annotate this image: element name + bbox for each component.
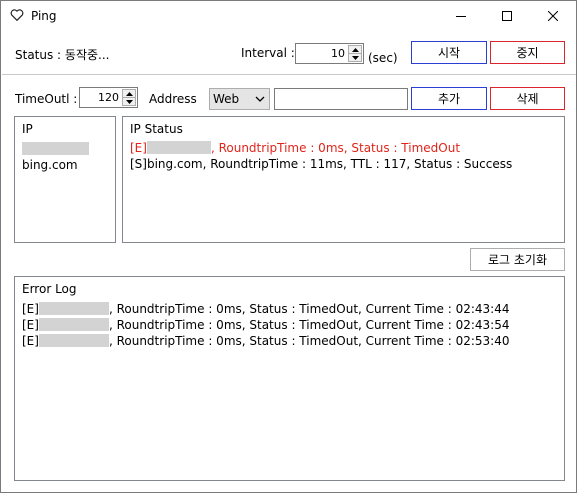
address-type-value: Web bbox=[213, 92, 240, 106]
address-label: Address bbox=[149, 92, 197, 106]
add-button[interactable]: 추가 bbox=[411, 87, 487, 110]
stop-button[interactable]: 중지 bbox=[490, 41, 565, 64]
clear-log-button[interactable]: 로그 초기화 bbox=[470, 248, 565, 271]
spin-up-icon bbox=[125, 91, 133, 96]
minimize-button[interactable] bbox=[438, 1, 484, 31]
log-detail: , RoundtripTime : 0ms, Status : TimedOut… bbox=[108, 302, 510, 316]
log-line: [E] , RoundtripTime : 0ms, Status : Timed… bbox=[22, 302, 509, 316]
redacted-ip bbox=[38, 302, 109, 315]
chevron-down-icon bbox=[255, 96, 265, 102]
interval-value: 10 bbox=[331, 47, 345, 60]
window-title: Ping bbox=[31, 9, 57, 23]
log-line: [E] , RoundtripTime : 0ms, Status : Timed… bbox=[22, 334, 509, 348]
status-text: Status : 동작중... bbox=[15, 48, 110, 62]
address-type-select[interactable]: Web bbox=[209, 88, 270, 110]
status-line: [S]bing.com, RoundtripTime : 11ms, TTL :… bbox=[130, 157, 512, 171]
redacted-ip bbox=[146, 141, 211, 154]
spin-up-button[interactable] bbox=[349, 46, 361, 54]
minimize-icon bbox=[456, 16, 466, 17]
close-button[interactable] bbox=[530, 1, 576, 31]
timeout-stepper[interactable]: 120 bbox=[79, 87, 138, 108]
log-detail: , RoundtripTime : 0ms, Status : TimedOut… bbox=[108, 318, 510, 332]
redacted-ip bbox=[22, 142, 89, 155]
ip-list-panel[interactable]: IP bing.com bbox=[14, 116, 116, 243]
divider bbox=[2, 74, 576, 75]
status-prefix: [S] bbox=[130, 157, 147, 171]
spin-up-icon bbox=[351, 47, 359, 52]
interval-spin[interactable] bbox=[348, 45, 362, 62]
ip-list-header: IP bbox=[22, 122, 33, 136]
timeout-label: TimeOutl : bbox=[15, 92, 78, 106]
log-prefix: [E] bbox=[22, 302, 39, 316]
interval-unit: (sec) bbox=[368, 51, 398, 65]
error-log-panel[interactable]: Error Log [E] , RoundtripTime : 0ms, Stat… bbox=[14, 276, 565, 481]
log-detail: , RoundtripTime : 0ms, Status : TimedOut… bbox=[108, 334, 510, 348]
ip-status-header: IP Status bbox=[130, 122, 183, 136]
timeout-value: 120 bbox=[98, 91, 119, 104]
spin-down-icon bbox=[125, 100, 133, 104]
ip-status-panel[interactable]: IP Status [E] , RoundtripTime : 0ms, Stat… bbox=[122, 116, 565, 243]
log-line: [E] , RoundtripTime : 0ms, Status : Timed… bbox=[22, 318, 509, 332]
status-prefix: [E] bbox=[130, 141, 147, 155]
spin-down-button[interactable] bbox=[349, 54, 361, 62]
start-button[interactable]: 시작 bbox=[411, 41, 487, 64]
ping-window: Ping Status : 동작중... Interval : 10 (sec)… bbox=[0, 0, 577, 493]
status-detail: , RoundtripTime : 0ms, Status : TimedOut bbox=[210, 141, 461, 155]
maximize-button[interactable] bbox=[484, 1, 530, 31]
status-host: bing.com bbox=[146, 157, 203, 171]
interval-label: Interval : bbox=[241, 46, 295, 60]
redacted-ip bbox=[38, 318, 109, 331]
status-line: [E] , RoundtripTime : 0ms, Status : Timed… bbox=[130, 141, 460, 155]
list-item[interactable]: bing.com bbox=[22, 158, 78, 172]
maximize-icon bbox=[502, 11, 512, 21]
status-detail: , RoundtripTime : 11ms, TTL : 117, Statu… bbox=[202, 157, 513, 171]
timeout-spin[interactable] bbox=[122, 89, 136, 106]
spin-down-button[interactable] bbox=[123, 98, 135, 106]
spin-up-button[interactable] bbox=[123, 90, 135, 98]
address-input[interactable] bbox=[274, 88, 408, 110]
log-prefix: [E] bbox=[22, 318, 39, 332]
list-item[interactable] bbox=[22, 142, 89, 156]
redacted-ip bbox=[38, 334, 109, 347]
log-prefix: [E] bbox=[22, 334, 39, 348]
spin-down-icon bbox=[351, 56, 359, 60]
close-icon bbox=[548, 11, 558, 21]
title-bar: Ping bbox=[1, 1, 576, 31]
interval-stepper[interactable]: 10 bbox=[295, 43, 364, 64]
heart-icon bbox=[10, 9, 24, 21]
error-log-header: Error Log bbox=[22, 282, 77, 296]
delete-button[interactable]: 삭제 bbox=[490, 87, 565, 110]
